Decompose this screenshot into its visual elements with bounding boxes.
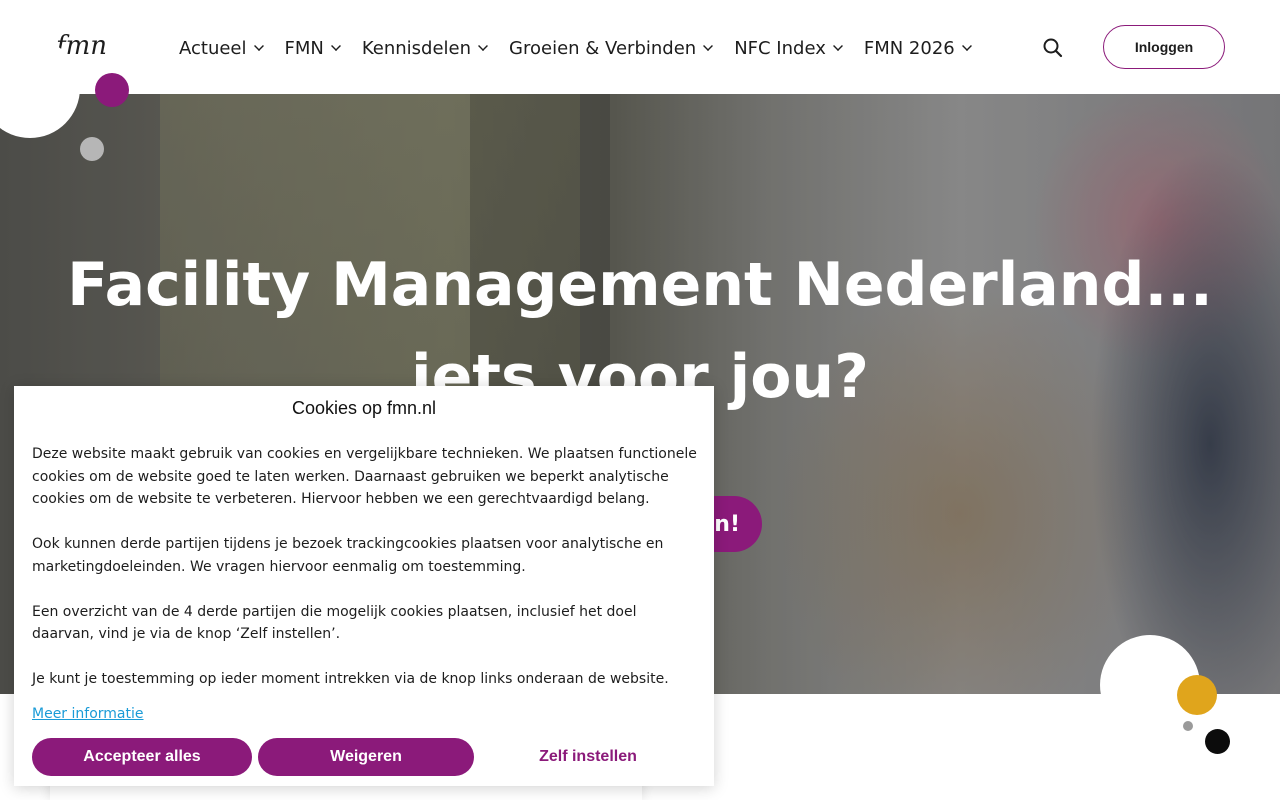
decorative-circle [95,73,129,107]
cookie-paragraph: Ook kunnen derde partijen tijdens je bez… [32,536,664,575]
nav-label: Groeien & Verbinden [509,37,697,59]
chevron-down-icon [253,41,264,51]
decline-button[interactable]: Weigeren [258,738,474,776]
decorative-circle [1183,721,1193,731]
decorative-circle [1205,729,1230,754]
chevron-down-icon [478,41,488,51]
nav-item-groeien-verbinden[interactable]: Groeien & Verbinden [509,34,714,62]
search-icon[interactable] [1042,37,1064,59]
nav-item-fmn-2026[interactable]: FMN 2026 [864,34,972,62]
chevron-down-icon [961,41,972,51]
cookie-dialog: Cookies op fmn.nl Deze website maakt geb… [14,386,714,786]
chevron-down-icon [330,41,341,51]
cookie-paragraph: Je kunt je toestemming op ieder moment i… [32,671,669,687]
cookie-body: Deze website maakt gebruik van cookies e… [32,443,702,713]
nav-label: FMN 2026 [863,37,955,59]
nav-label: Kennisdelen [361,37,472,59]
cookie-paragraph: Deze website maakt gebruik van cookies e… [32,446,697,507]
nav-item-nfc-index[interactable]: NFC Index [734,34,843,62]
nav-item-kennisdelen[interactable]: Kennisdelen [362,34,488,62]
cookie-paragraph: Een overzicht van de 4 derde partijen di… [32,603,637,643]
chevron-down-icon [832,41,843,51]
decorative-circle [80,137,104,161]
decorative-circle [1177,675,1217,715]
accept-all-button[interactable]: Accepteer alles [32,738,252,776]
login-button[interactable]: Inloggen [1103,25,1225,69]
nav-item-fmn[interactable]: FMN [285,34,341,62]
main-nav: Actueel FMN Kennisdelen Groeien & Verbin… [179,34,993,62]
site-header: fmn Actueel FMN Kennisdelen Groeien & Ve… [0,0,1280,94]
customize-button[interactable]: Zelf instellen [494,738,682,776]
nav-label: NFC Index [734,37,826,59]
nav-label: FMN [284,37,324,59]
nav-label: Actueel [179,37,247,59]
nav-item-actueel[interactable]: Actueel [179,34,264,62]
more-info-link[interactable]: Meer informatie [32,706,144,722]
cookie-title: Cookies op fmn.nl [291,398,437,418]
chevron-down-icon [703,41,714,51]
